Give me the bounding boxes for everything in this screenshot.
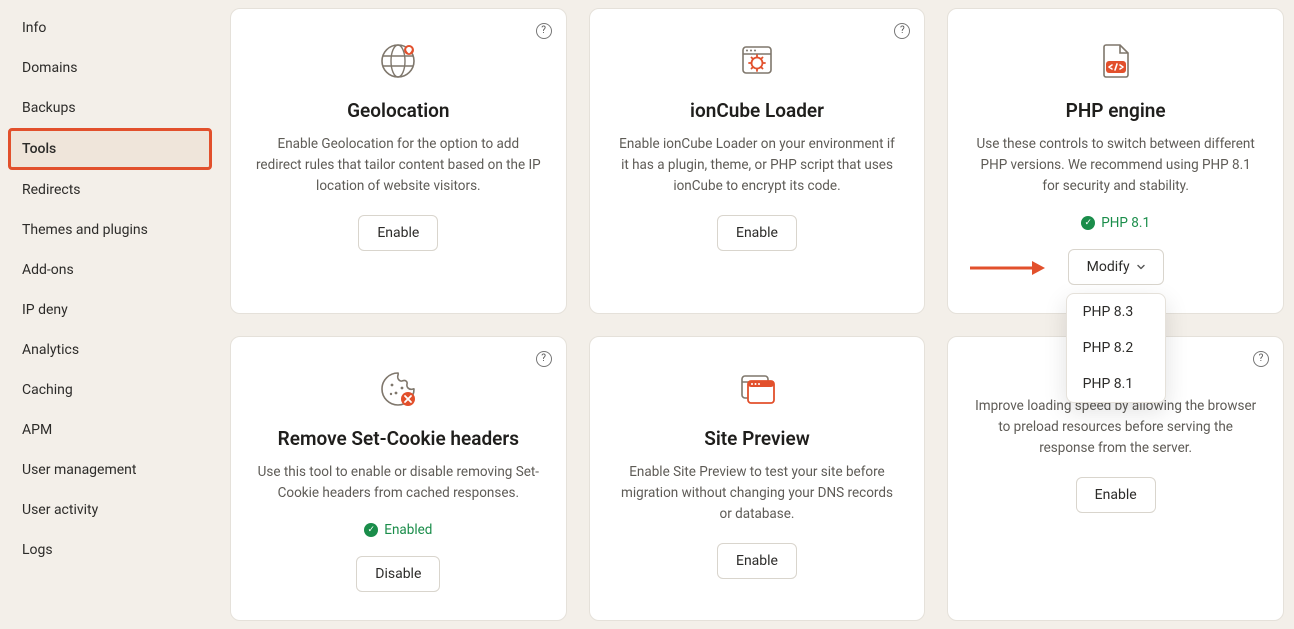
sidebar-item-info[interactable]: Info	[0, 8, 220, 48]
sidebar-item-redirects[interactable]: Redirects	[0, 170, 220, 210]
card-desc: Enable ionCube Loader on your environmen…	[614, 134, 901, 197]
card-desc: Use this tool to enable or disable remov…	[255, 462, 542, 504]
disable-button[interactable]: Disable	[356, 556, 440, 592]
sidebar-item-apm[interactable]: APM	[0, 410, 220, 450]
sidebar-item-caching[interactable]: Caching	[0, 370, 220, 410]
card-desc: Enable Site Preview to test your site be…	[614, 462, 901, 525]
sidebar: Info Domains Backups Tools Redirects The…	[0, 0, 220, 629]
sidebar-item-domains[interactable]: Domains	[0, 48, 220, 88]
modify-label: Modify	[1087, 259, 1130, 275]
cards-grid: ? Geolocation Enable Geolocation for the…	[220, 0, 1294, 629]
php-version-dropdown: PHP 8.3 PHP 8.2 PHP 8.1	[1066, 293, 1166, 403]
help-icon[interactable]: ?	[894, 23, 910, 39]
sidebar-item-addons[interactable]: Add-ons	[0, 250, 220, 290]
globe-icon	[376, 39, 420, 83]
card-title: PHP engine	[1066, 99, 1166, 122]
status-badge: ✓ Enabled	[364, 522, 432, 538]
sidebar-item-backups[interactable]: Backups	[0, 88, 220, 128]
sidebar-item-user-activity[interactable]: User activity	[0, 490, 220, 530]
browser-window-icon	[735, 367, 779, 411]
status-text: Enabled	[384, 522, 432, 538]
check-icon: ✓	[364, 523, 378, 537]
help-icon[interactable]: ?	[536, 351, 552, 367]
modify-button[interactable]: Modify	[1068, 249, 1164, 285]
enable-button[interactable]: Enable	[358, 215, 438, 251]
card-title: Geolocation	[347, 99, 449, 122]
sidebar-item-logs[interactable]: Logs	[0, 530, 220, 570]
help-icon[interactable]: ?	[1253, 351, 1269, 367]
card-site-preview: Site Preview Enable Site Preview to test…	[589, 336, 926, 621]
chevron-down-icon	[1136, 262, 1145, 271]
status-text: PHP 8.1	[1101, 215, 1150, 231]
sidebar-item-tools[interactable]: Tools	[8, 128, 212, 170]
sidebar-item-ip-deny[interactable]: IP deny	[0, 290, 220, 330]
sidebar-item-themes-plugins[interactable]: Themes and plugins	[0, 210, 220, 250]
card-desc: Enable Geolocation for the option to add…	[255, 134, 542, 197]
check-icon: ✓	[1081, 216, 1095, 230]
dropdown-option[interactable]: PHP 8.2	[1067, 330, 1165, 366]
card-php-engine: PHP engine Use these controls to switch …	[947, 8, 1284, 314]
dropdown-option[interactable]: PHP 8.1	[1067, 366, 1165, 402]
dropdown-option[interactable]: PHP 8.3	[1067, 294, 1165, 330]
card-title: Site Preview	[704, 427, 810, 450]
card-title: ionCube Loader	[690, 99, 824, 122]
card-desc: Use these controls to switch between dif…	[972, 134, 1259, 197]
enable-button[interactable]: Enable	[717, 543, 797, 579]
enable-button[interactable]: Enable	[1076, 477, 1156, 513]
sidebar-item-user-management[interactable]: User management	[0, 450, 220, 490]
card-remove-cookie: ? Remove Set-Cookie headers Use this too…	[230, 336, 567, 621]
card-geolocation: ? Geolocation Enable Geolocation for the…	[230, 8, 567, 314]
sidebar-item-analytics[interactable]: Analytics	[0, 330, 220, 370]
card-ioncube: ? ionCube Loader Enable ionCube Loader o…	[589, 8, 926, 314]
cookie-x-icon	[376, 367, 420, 411]
enable-button[interactable]: Enable	[717, 215, 797, 251]
browser-gear-icon	[735, 39, 779, 83]
status-badge: ✓ PHP 8.1	[1081, 215, 1150, 231]
help-icon[interactable]: ?	[536, 23, 552, 39]
card-title: Remove Set-Cookie headers	[278, 427, 519, 450]
card-desc: Improve loading speed by allowing the br…	[972, 396, 1259, 459]
code-file-icon	[1094, 39, 1138, 83]
